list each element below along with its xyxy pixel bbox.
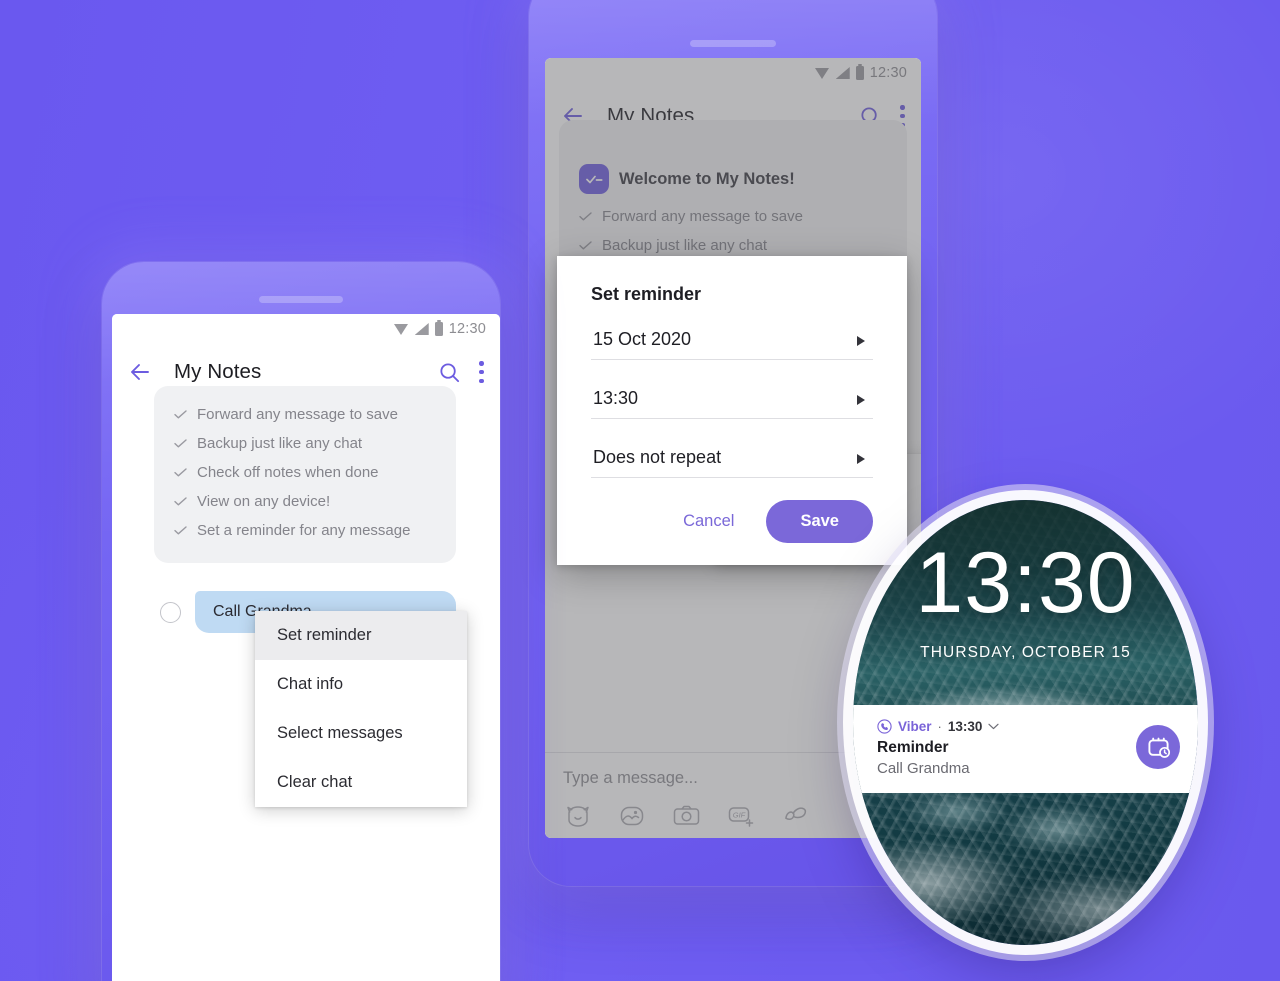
caret-right-icon <box>857 395 865 405</box>
reminder-date-row[interactable]: 15 Oct 2020 <box>591 323 873 360</box>
caret-right-icon <box>857 454 865 464</box>
overflow-menu-icon[interactable] <box>479 361 484 383</box>
reminder-repeat-row[interactable]: Does not repeat <box>591 441 873 478</box>
notification-separator: · <box>937 719 942 734</box>
middle-status-bar: 12:30 <box>545 58 921 88</box>
menu-item-select-messages[interactable]: Select messages <box>255 709 467 758</box>
cancel-button[interactable]: Cancel <box>667 502 750 541</box>
note-item-label: Set a reminder for any message <box>197 522 411 539</box>
notification-app-name: Viber <box>898 719 932 734</box>
signal-icon <box>414 323 429 335</box>
note-item-label: View on any device! <box>197 493 331 510</box>
note-item: Check off notes when done <box>174 458 436 487</box>
unchecked-circle-icon[interactable] <box>160 601 181 623</box>
lock-date: THURSDAY, OCTOBER 15 <box>920 644 1131 661</box>
check-icon <box>174 526 187 535</box>
check-icon <box>579 212 592 221</box>
lock-screen-circle: 13:30 THURSDAY, OCTOBER 15 Viber · 13:30 <box>853 500 1198 945</box>
reminder-calendar-clock-icon <box>1136 725 1180 769</box>
check-icon <box>174 468 187 477</box>
left-phone-speaker <box>259 296 343 303</box>
signal-icon <box>835 67 850 79</box>
wifi-icon <box>393 323 409 335</box>
image-icon[interactable] <box>619 804 645 828</box>
check-icon <box>174 439 187 448</box>
lock-time: 13:30 <box>915 535 1136 631</box>
check-icon <box>174 497 187 506</box>
dialog-actions: Cancel Save <box>591 500 873 543</box>
viber-icon <box>877 719 892 734</box>
gif-icon[interactable]: GIF <box>728 804 755 828</box>
note-card-header: Welcome to My Notes! <box>579 164 887 194</box>
caret-right-icon <box>857 336 865 346</box>
menu-item-chat-info[interactable]: Chat info <box>255 660 467 709</box>
lock-screen-notification[interactable]: Viber · 13:30 Reminder Call Grandma <box>853 705 1198 793</box>
reminder-time-row[interactable]: 13:30 <box>591 382 873 419</box>
menu-item-clear-chat[interactable]: Clear chat <box>255 758 467 807</box>
notification-title: Reminder <box>877 739 949 756</box>
note-item: Forward any message to save <box>174 400 436 429</box>
reminder-date-value: 15 Oct 2020 <box>593 329 692 349</box>
note-card-heading: Welcome to My Notes! <box>619 169 795 188</box>
page-title: My Notes <box>174 360 262 383</box>
chevron-down-icon[interactable] <box>988 723 1000 730</box>
reminder-time-value: 13:30 <box>593 388 639 408</box>
menu-item-set-reminder[interactable]: Set reminder <box>255 611 467 660</box>
status-bar-time: 12:30 <box>869 65 907 81</box>
check-icon <box>174 410 187 419</box>
reminder-repeat-value: Does not repeat <box>593 447 722 467</box>
note-item-label: Backup just like any chat <box>197 435 363 452</box>
status-bar-time: 12:30 <box>448 321 486 337</box>
left-status-bar: 12:30 <box>112 314 500 344</box>
note-item: Forward any message to save <box>579 202 887 231</box>
screenshot-stage: 12:30 My Notes Welcome to My Notes! Forw… <box>0 0 1280 981</box>
doodle-icon[interactable] <box>783 804 810 828</box>
battery-icon <box>855 63 864 80</box>
input-icon-row: GIF <box>563 804 903 828</box>
notification-header: Viber · 13:30 <box>877 719 1136 734</box>
notification-body: Call Grandma <box>877 760 970 777</box>
dialog-title: Set reminder <box>591 284 702 304</box>
note-item: Backup just like any chat <box>174 429 436 458</box>
note-item: View on any device! <box>174 487 436 516</box>
search-icon[interactable] <box>438 361 461 384</box>
camera-icon[interactable] <box>673 804 700 828</box>
lock-screen-clock: 13:30 THURSDAY, OCTOBER 15 <box>853 540 1198 662</box>
notification-time: 13:30 <box>947 719 983 734</box>
middle-phone-speaker <box>690 40 776 47</box>
back-arrow-icon[interactable] <box>128 360 152 384</box>
sticker-icon[interactable] <box>565 804 591 828</box>
notes-avatar-icon <box>579 164 609 194</box>
wifi-icon <box>814 67 830 79</box>
check-icon <box>579 241 592 250</box>
left-note-card: Forward any message to save Backup just … <box>154 386 456 563</box>
note-item-label: Forward any message to save <box>197 406 398 423</box>
note-item-label: Forward any message to save <box>602 208 803 225</box>
note-item-label: Backup just like any chat <box>602 237 768 254</box>
notification-content: Viber · 13:30 Reminder Call Grandma <box>877 719 1136 777</box>
left-context-menu[interactable]: Set reminder Chat info Select messages C… <box>255 611 467 807</box>
battery-icon <box>434 319 443 336</box>
message-input[interactable]: Type a message... <box>563 769 903 788</box>
note-item: Set a reminder for any message <box>174 516 436 545</box>
note-item-label: Check off notes when done <box>197 464 379 481</box>
svg-text:GIF: GIF <box>733 811 746 820</box>
